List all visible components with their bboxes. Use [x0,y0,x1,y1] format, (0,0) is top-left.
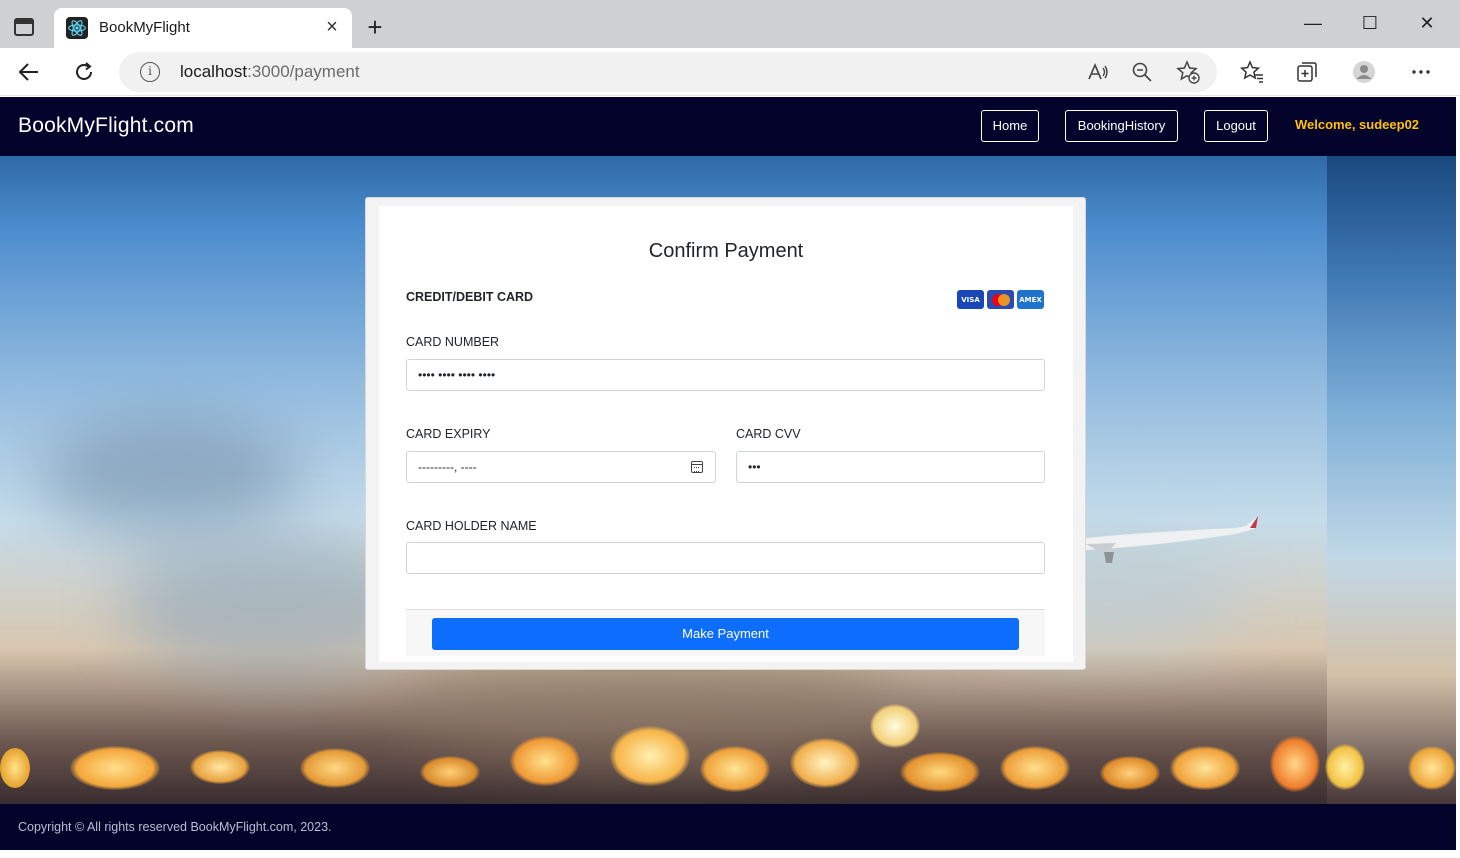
window-edge [1456,97,1460,850]
refresh-icon[interactable] [69,57,99,87]
booking-history-button[interactable]: BookingHistory [1065,110,1178,142]
airplane-image [1086,516,1258,563]
zoom-out-icon[interactable] [1130,60,1154,84]
card-brand-logos: VISA AMEX [957,290,1044,310]
tab-title: BookMyFlight [99,19,190,36]
window-bottom-edge [0,850,1460,858]
read-aloud-icon[interactable] [1086,60,1110,84]
address-bar[interactable]: i localhost:3000/payment [119,52,1217,92]
brand-logo[interactable]: BookMyFlight.com [18,114,194,138]
copyright-text: Copyright © All rights reserved BookMyFl… [18,820,332,834]
browser-toolbar: i localhost:3000/payment [0,48,1460,96]
make-payment-button[interactable]: Make Payment [432,618,1019,650]
card-expiry-label: CARD EXPIRY [406,427,491,441]
info-icon[interactable]: i [140,62,160,82]
calendar-icon[interactable] [691,461,703,473]
visa-logo-icon: VISA [957,290,984,309]
url-host: localhost [180,62,248,81]
card-cvv-label: CARD CVV [736,427,801,441]
browser-tab[interactable]: BookMyFlight × [54,8,352,48]
back-arrow-icon[interactable] [14,57,44,87]
app-navbar: BookMyFlight.com Home BookingHistory Log… [0,97,1456,156]
minimize-icon[interactable]: — [1293,8,1333,38]
payment-card-container: Confirm Payment CREDIT/DEBIT CARD VISA A… [365,197,1086,670]
card-cvv-input[interactable]: ••• [736,451,1045,483]
plus-icon[interactable]: + [362,14,388,40]
card-expiry-input[interactable]: ---------, ---- [406,451,716,483]
home-button[interactable]: Home [981,110,1039,142]
card-footer: Make Payment [406,609,1045,656]
favorites-icon[interactable] [1240,60,1264,84]
mastercard-logo-icon [987,290,1014,309]
welcome-text: Welcome, sudeep02 [1295,117,1420,132]
card-expiry-placeholder: ---------, ---- [418,460,477,474]
amex-logo-icon: AMEX [1017,290,1044,309]
more-icon[interactable] [1409,60,1433,84]
window-close-icon[interactable]: ✕ [1407,8,1447,38]
maximize-icon[interactable]: ☐ [1350,8,1390,38]
collections-icon[interactable] [1295,60,1319,84]
close-icon[interactable]: × [322,17,342,37]
card-holder-input[interactable] [406,542,1045,574]
card-number-label: CARD NUMBER [406,335,500,349]
url-text[interactable]: localhost:3000/payment [180,62,360,82]
payment-card: Confirm Payment CREDIT/DEBIT CARD VISA A… [379,206,1073,662]
card-number-input[interactable]: •••• •••• •••• •••• [406,359,1045,391]
page-title: Confirm Payment [648,240,804,262]
app-footer: Copyright © All rights reserved BookMyFl… [0,804,1456,850]
browser-tabstrip: BookMyFlight × + — ☐ ✕ [0,0,1460,48]
tab-actions-icon[interactable] [14,18,34,36]
profile-icon[interactable] [1352,60,1376,84]
react-favicon-icon [66,17,88,39]
payment-method-label: CREDIT/DEBIT CARD [406,290,534,304]
hero-background-tile [1327,156,1456,804]
add-favorite-icon[interactable] [1176,60,1200,84]
logout-button[interactable]: Logout [1204,110,1268,142]
card-holder-label: CARD HOLDER NAME [406,519,537,533]
url-path: :3000/payment [247,62,360,81]
